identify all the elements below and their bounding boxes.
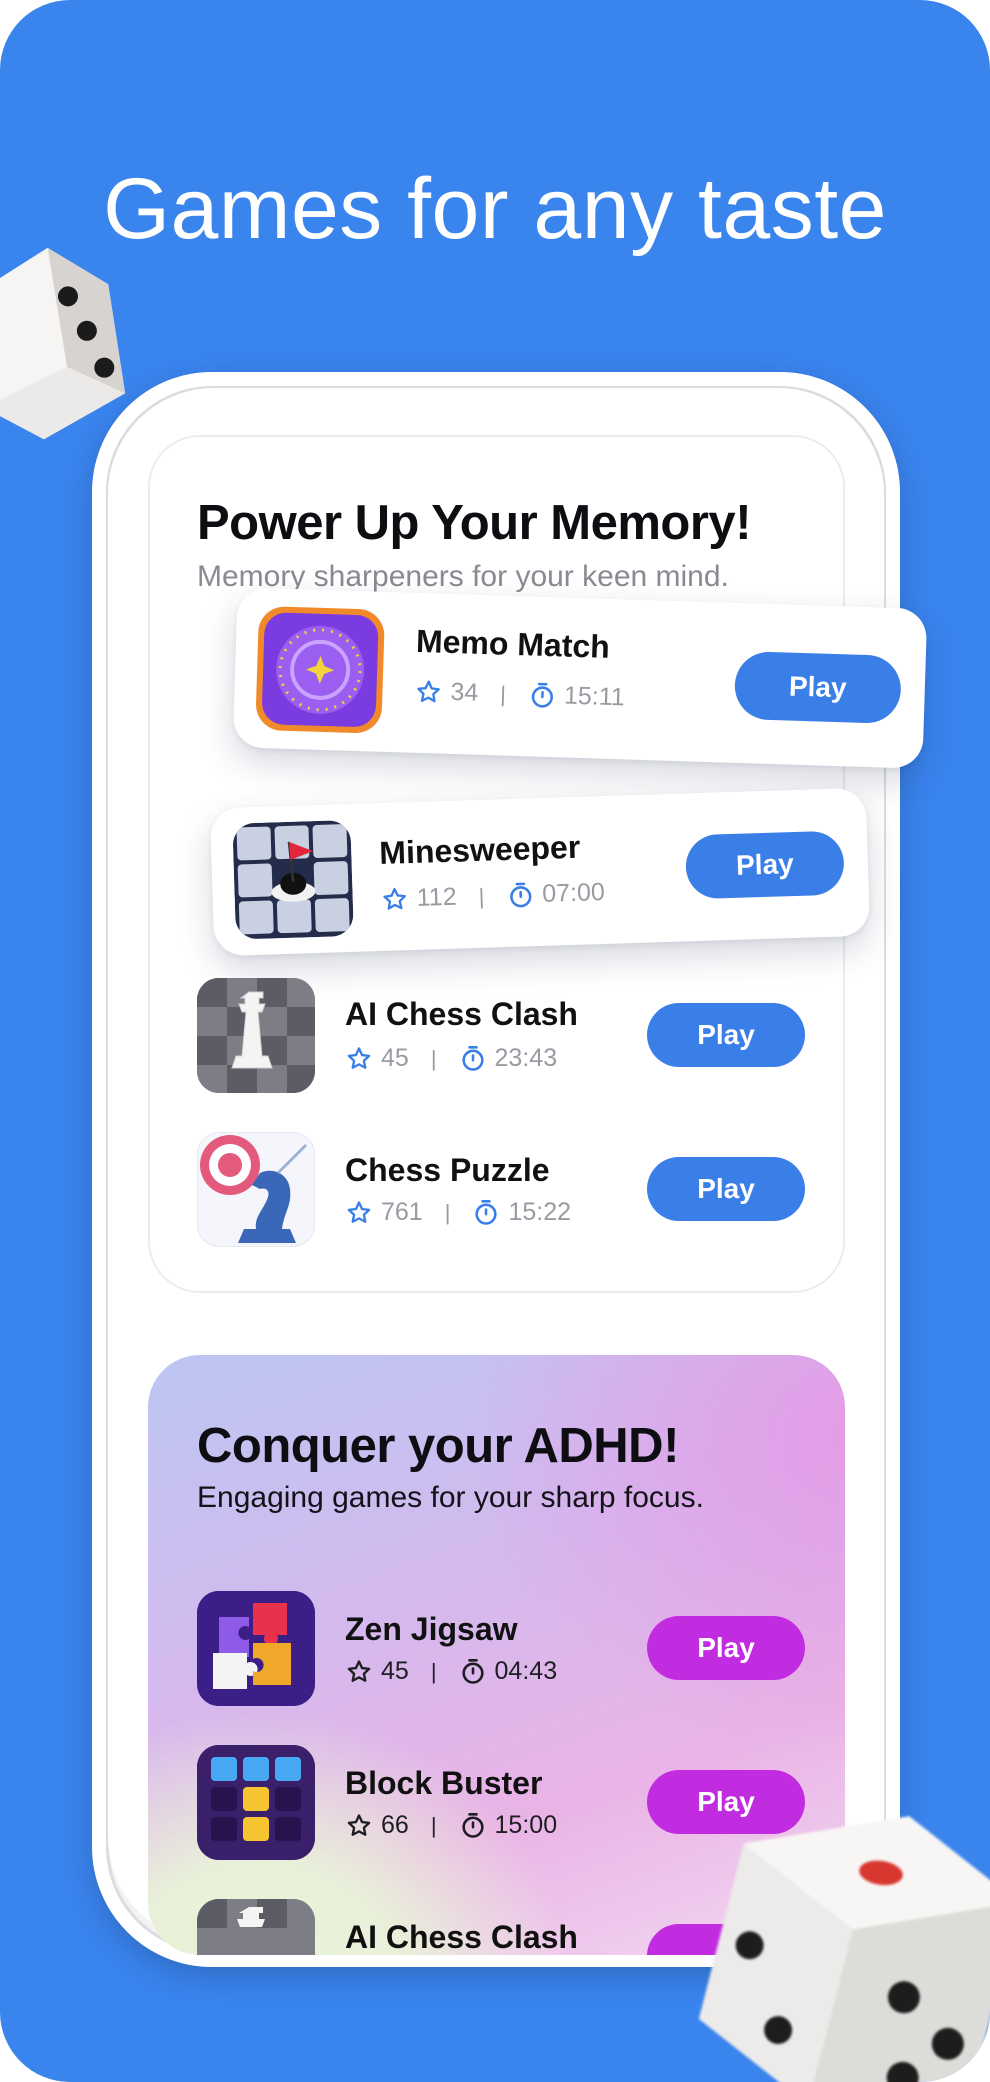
star-icon bbox=[347, 1200, 371, 1223]
adhd-section-title: Conquer your ADHD! bbox=[197, 1419, 679, 1473]
star-icon bbox=[347, 1659, 371, 1682]
game-meta: 112 | 07:00 bbox=[380, 878, 605, 914]
play-button[interactable]: Play bbox=[647, 1003, 805, 1067]
star-icon bbox=[347, 1813, 371, 1836]
adhd-section-subtitle: Engaging games for your sharp focus. bbox=[197, 1481, 704, 1514]
game-title: AI Chess Clash bbox=[345, 996, 578, 1032]
game-meta: 761 | 15:22 bbox=[345, 1198, 571, 1227]
game-title: Zen Jigsaw bbox=[345, 1611, 518, 1647]
play-button[interactable]: Play bbox=[733, 650, 902, 725]
game-title: Chess Puzzle bbox=[345, 1152, 550, 1188]
chess-clash-icon bbox=[197, 978, 315, 1093]
list-item[interactable]: Minesweeper 112 | 07:00 Play bbox=[209, 787, 871, 957]
list-item[interactable]: AI Chess Clash 45 | 23:43 Play bbox=[197, 978, 807, 1093]
game-meta: 45 | 23:43 bbox=[345, 1044, 557, 1073]
timer-icon bbox=[461, 1812, 484, 1838]
game-meta: 45 | 04:43 bbox=[345, 1657, 557, 1686]
block-buster-icon bbox=[197, 1745, 315, 1860]
chess-puzzle-icon bbox=[197, 1132, 315, 1247]
game-title: Minesweeper bbox=[378, 828, 581, 872]
dice-icon bbox=[698, 1816, 990, 2082]
chess-clash-icon bbox=[197, 1899, 315, 1955]
star-icon bbox=[417, 680, 440, 702]
play-button[interactable]: Play bbox=[647, 1157, 805, 1221]
game-title: Memo Match bbox=[415, 622, 611, 665]
zen-jigsaw-icon bbox=[197, 1591, 315, 1706]
rating-value: 761 bbox=[381, 1198, 423, 1226]
duration-value: 15:11 bbox=[563, 681, 626, 712]
rating-value: 66 bbox=[381, 1811, 409, 1839]
duration-value: 15:00 bbox=[494, 1811, 558, 1839]
play-button[interactable]: Play bbox=[684, 830, 845, 900]
rating-value: 34 bbox=[450, 677, 479, 707]
game-meta: 66 | 15:00 bbox=[345, 1811, 557, 1840]
timer-icon bbox=[461, 1045, 484, 1071]
meta-divider: | bbox=[430, 1812, 437, 1838]
play-button[interactable]: Play bbox=[647, 1616, 805, 1680]
duration-value: 04:43 bbox=[494, 1657, 558, 1685]
memo-match-icon bbox=[255, 605, 386, 734]
timer-icon bbox=[509, 882, 531, 907]
duration-value: 07:00 bbox=[541, 877, 606, 908]
memory-section-title: Power Up Your Memory! bbox=[197, 496, 752, 550]
meta-divider: | bbox=[478, 883, 485, 909]
game-meta: 34 | 15:11 bbox=[414, 677, 625, 713]
game-title: Block Buster bbox=[345, 1765, 543, 1801]
rating-value: 112 bbox=[416, 882, 458, 912]
star-icon bbox=[347, 1046, 371, 1069]
meta-divider: | bbox=[430, 1658, 437, 1684]
game-title: AI Chess Clash bbox=[345, 1919, 578, 1955]
rating-value: 45 bbox=[381, 1657, 409, 1685]
meta-divider: | bbox=[430, 1045, 437, 1071]
promo-headline: Games for any taste bbox=[103, 161, 887, 257]
list-item[interactable]: Zen Jigsaw 45 | 04:43 Play bbox=[197, 1591, 807, 1706]
timer-icon bbox=[531, 682, 553, 708]
duration-value: 23:43 bbox=[494, 1044, 558, 1072]
list-item[interactable]: Memo Match 34 | 15:11 Play bbox=[232, 587, 928, 769]
timer-icon bbox=[461, 1658, 484, 1684]
promo-background: Games for any taste Power Up Your Memory… bbox=[0, 0, 990, 2082]
list-item[interactable]: Chess Puzzle 761 | 15:22 Play bbox=[197, 1132, 807, 1247]
rating-value: 45 bbox=[381, 1044, 409, 1072]
meta-divider: | bbox=[499, 681, 507, 707]
duration-value: 15:22 bbox=[508, 1198, 571, 1226]
star-icon bbox=[383, 887, 406, 910]
timer-icon bbox=[475, 1199, 498, 1225]
minesweeper-icon bbox=[232, 819, 354, 940]
meta-divider: | bbox=[444, 1199, 451, 1225]
